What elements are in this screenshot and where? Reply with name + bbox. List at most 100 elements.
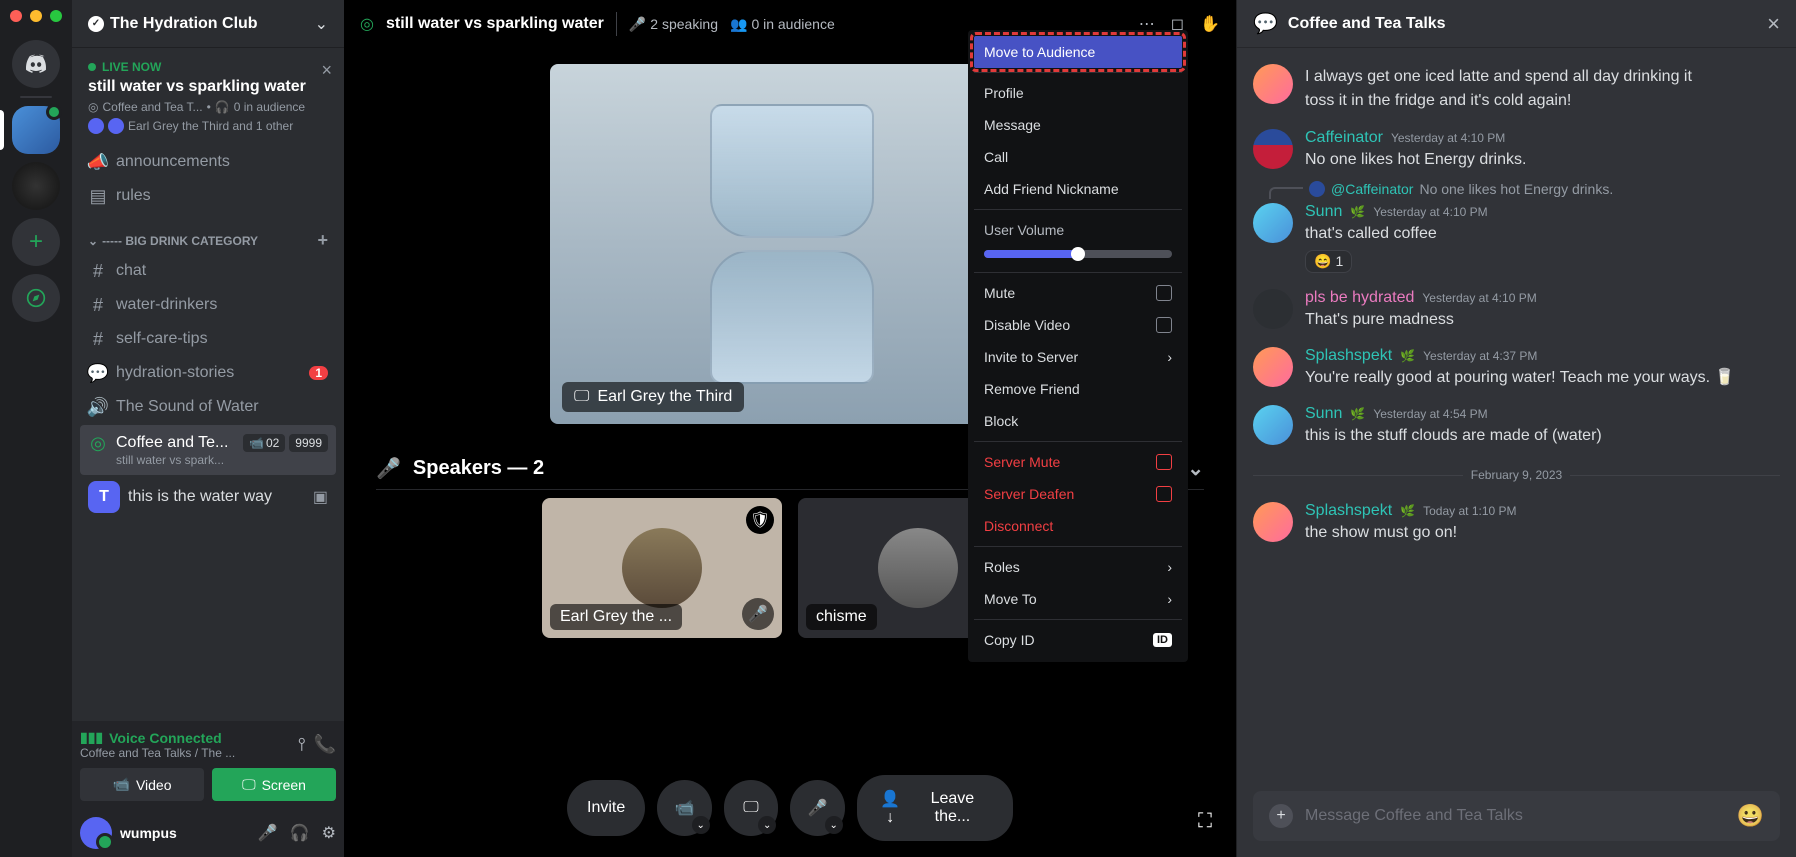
speaker-name: chisme <box>806 604 877 630</box>
avatar[interactable] <box>1253 289 1293 329</box>
live-now-card[interactable]: × LIVE NOW still water vs sparkling wate… <box>72 48 344 146</box>
unread-badge: 1 <box>309 366 328 380</box>
ctx-call[interactable]: Call <box>974 141 1182 173</box>
channel-self-care-tips[interactable]: #self-care-tips <box>80 323 336 355</box>
ctx-message[interactable]: Message <box>974 109 1182 141</box>
current-username[interactable]: wumpus <box>120 825 177 841</box>
avatar[interactable] <box>80 817 112 849</box>
message-author[interactable]: Splashspekt <box>1305 347 1392 365</box>
window-traffic-lights[interactable] <box>10 10 62 22</box>
add-channel-button[interactable]: + <box>317 230 328 251</box>
ctx-profile[interactable]: Profile <box>974 77 1182 109</box>
avatar[interactable] <box>1253 405 1293 445</box>
close-live-button[interactable]: × <box>321 60 332 81</box>
stage-subtitle: still water vs spark... <box>116 453 328 467</box>
channel-water-drinkers[interactable]: #water-drinkers <box>80 289 336 321</box>
message-text: this is the stuff clouds are made of (wa… <box>1305 425 1780 447</box>
leaf-icon: 🌿 <box>1400 349 1415 363</box>
channel-rules[interactable]: ▤rules <box>80 180 336 212</box>
add-server-button[interactable]: + <box>12 218 60 266</box>
message-author[interactable]: pls be hydrated <box>1305 289 1414 307</box>
invite-button[interactable]: Invite <box>567 780 645 836</box>
message-author[interactable]: Sunn <box>1305 203 1342 221</box>
chevron-down-icon: ⌄ <box>88 234 98 248</box>
explore-servers-button[interactable] <box>12 274 60 322</box>
mute-button[interactable]: 🎤 <box>258 823 278 843</box>
avatar[interactable] <box>1253 502 1293 542</box>
channel-sound-of-water[interactable]: 🔊The Sound of Water <box>80 391 336 423</box>
ctx-mute[interactable]: Mute <box>974 277 1182 309</box>
video-button[interactable]: 📹Video <box>80 768 204 801</box>
ctx-move-to-audience[interactable]: Move to Audience <box>974 36 1182 68</box>
chevron-right-icon: › <box>1167 591 1172 607</box>
checkbox-icon <box>1156 317 1172 333</box>
ctx-disconnect[interactable]: Disconnect <box>974 510 1182 542</box>
channel-user-t[interactable]: T this is the water way ▣ <box>80 477 336 517</box>
ctx-server-mute[interactable]: Server Mute <box>974 446 1182 478</box>
checkbox-icon <box>1156 454 1172 470</box>
ctx-invite-to-server[interactable]: Invite to Server› <box>974 341 1182 373</box>
message-author[interactable]: Caffeinator <box>1305 129 1383 147</box>
server-other[interactable] <box>12 162 60 210</box>
close-chat-button[interactable]: × <box>1767 11 1780 37</box>
collapse-speakers-button[interactable]: ⌄ <box>1187 456 1204 481</box>
emoji-picker-button[interactable]: 😀 <box>1737 803 1764 829</box>
date-divider: February 9, 2023 <box>1253 468 1780 482</box>
disconnect-button[interactable]: 📞 <box>314 734 336 755</box>
ctx-server-deafen[interactable]: Server Deafen <box>974 478 1182 510</box>
avatar[interactable] <box>1253 129 1293 169</box>
message-input[interactable] <box>1305 807 1725 825</box>
message-text: that's called coffee <box>1305 223 1780 245</box>
ctx-volume-slider[interactable] <box>974 246 1182 268</box>
chevron-down-icon: ⌄ <box>315 14 328 34</box>
ctx-disable-video[interactable]: Disable Video <box>974 309 1182 341</box>
ctx-block[interactable]: Block <box>974 405 1182 437</box>
attach-button[interactable]: + <box>1269 804 1293 828</box>
avatar[interactable] <box>1253 203 1293 243</box>
avatar[interactable] <box>1253 64 1293 104</box>
message-time: Yesterday at 4:54 PM <box>1373 407 1487 421</box>
speaker-icon: 🔊 <box>88 397 108 417</box>
stage-controls: Invite 📹⌄ 🖵⌄ 🎤⌄ 👤↓Leave the... <box>567 775 1013 841</box>
home-button[interactable] <box>12 40 60 88</box>
reaction[interactable]: 😄 1 <box>1305 250 1352 273</box>
channel-announcements[interactable]: 📣announcements <box>80 146 336 178</box>
live-channel: Coffee and Tea T... <box>102 100 202 114</box>
speaker-name: Earl Grey the ... <box>550 604 682 630</box>
message-time: Yesterday at 4:10 PM <box>1391 131 1505 145</box>
camera-toggle-button[interactable]: 📹⌄ <box>657 780 711 836</box>
channel-coffee-tea-stage[interactable]: ◎ Coffee and Te... 📹 02 9999 still water… <box>80 425 336 475</box>
ctx-remove-friend[interactable]: Remove Friend <box>974 373 1182 405</box>
message-author[interactable]: Splashspekt <box>1305 502 1392 520</box>
settings-button[interactable]: ⚙ <box>322 823 336 843</box>
ctx-add-nickname[interactable]: Add Friend Nickname <box>974 173 1182 205</box>
message-text: You're really good at pouring water! Tea… <box>1305 367 1780 389</box>
channel-chat[interactable]: #chat <box>80 255 336 287</box>
deafen-button[interactable]: 🎧 <box>290 823 310 843</box>
raise-hand-button[interactable]: ✋ <box>1200 14 1220 34</box>
ctx-move-to[interactable]: Move To› <box>974 583 1182 615</box>
speaker-card[interactable]: 🛡 Earl Grey the ... 🎤 <box>542 498 782 638</box>
fullscreen-button[interactable]: ⛶ <box>1198 810 1212 833</box>
camera-icon: 📹 <box>675 798 695 818</box>
screen-icon: 🖵 <box>242 776 256 793</box>
avatar[interactable] <box>1253 347 1293 387</box>
message-author[interactable]: Sunn <box>1305 405 1342 423</box>
video-tile[interactable]: 🖵Earl Grey the Third <box>550 64 1030 424</box>
channel-hydration-stories[interactable]: 💬hydration-stories1 <box>80 357 336 389</box>
server-header[interactable]: ✓The Hydration Club ⌄ <box>72 0 344 48</box>
noise-suppression-button[interactable]: ⫯ <box>298 734 306 755</box>
chat-messages[interactable]: I always get one iced latte and spend al… <box>1237 48 1796 775</box>
ctx-roles[interactable]: Roles› <box>974 551 1182 583</box>
hash-icon: # <box>88 329 108 349</box>
screenshare-toggle-button[interactable]: 🖵⌄ <box>724 780 778 836</box>
server-hydration-club[interactable] <box>12 106 60 154</box>
leave-stage-button[interactable]: 👤↓Leave the... <box>857 775 1013 841</box>
ctx-copy-id[interactable]: Copy IDID <box>974 624 1182 656</box>
server-list: + <box>0 0 72 857</box>
mic-icon: 🎤 <box>376 456 401 481</box>
mic-toggle-button[interactable]: 🎤⌄ <box>790 780 844 836</box>
category-big-drink[interactable]: ⌄----- BIG DRINK CATEGORY+ <box>80 214 336 255</box>
message-time: Yesterday at 4:10 PM <box>1373 205 1487 219</box>
screen-share-button[interactable]: 🖵Screen <box>212 768 336 801</box>
